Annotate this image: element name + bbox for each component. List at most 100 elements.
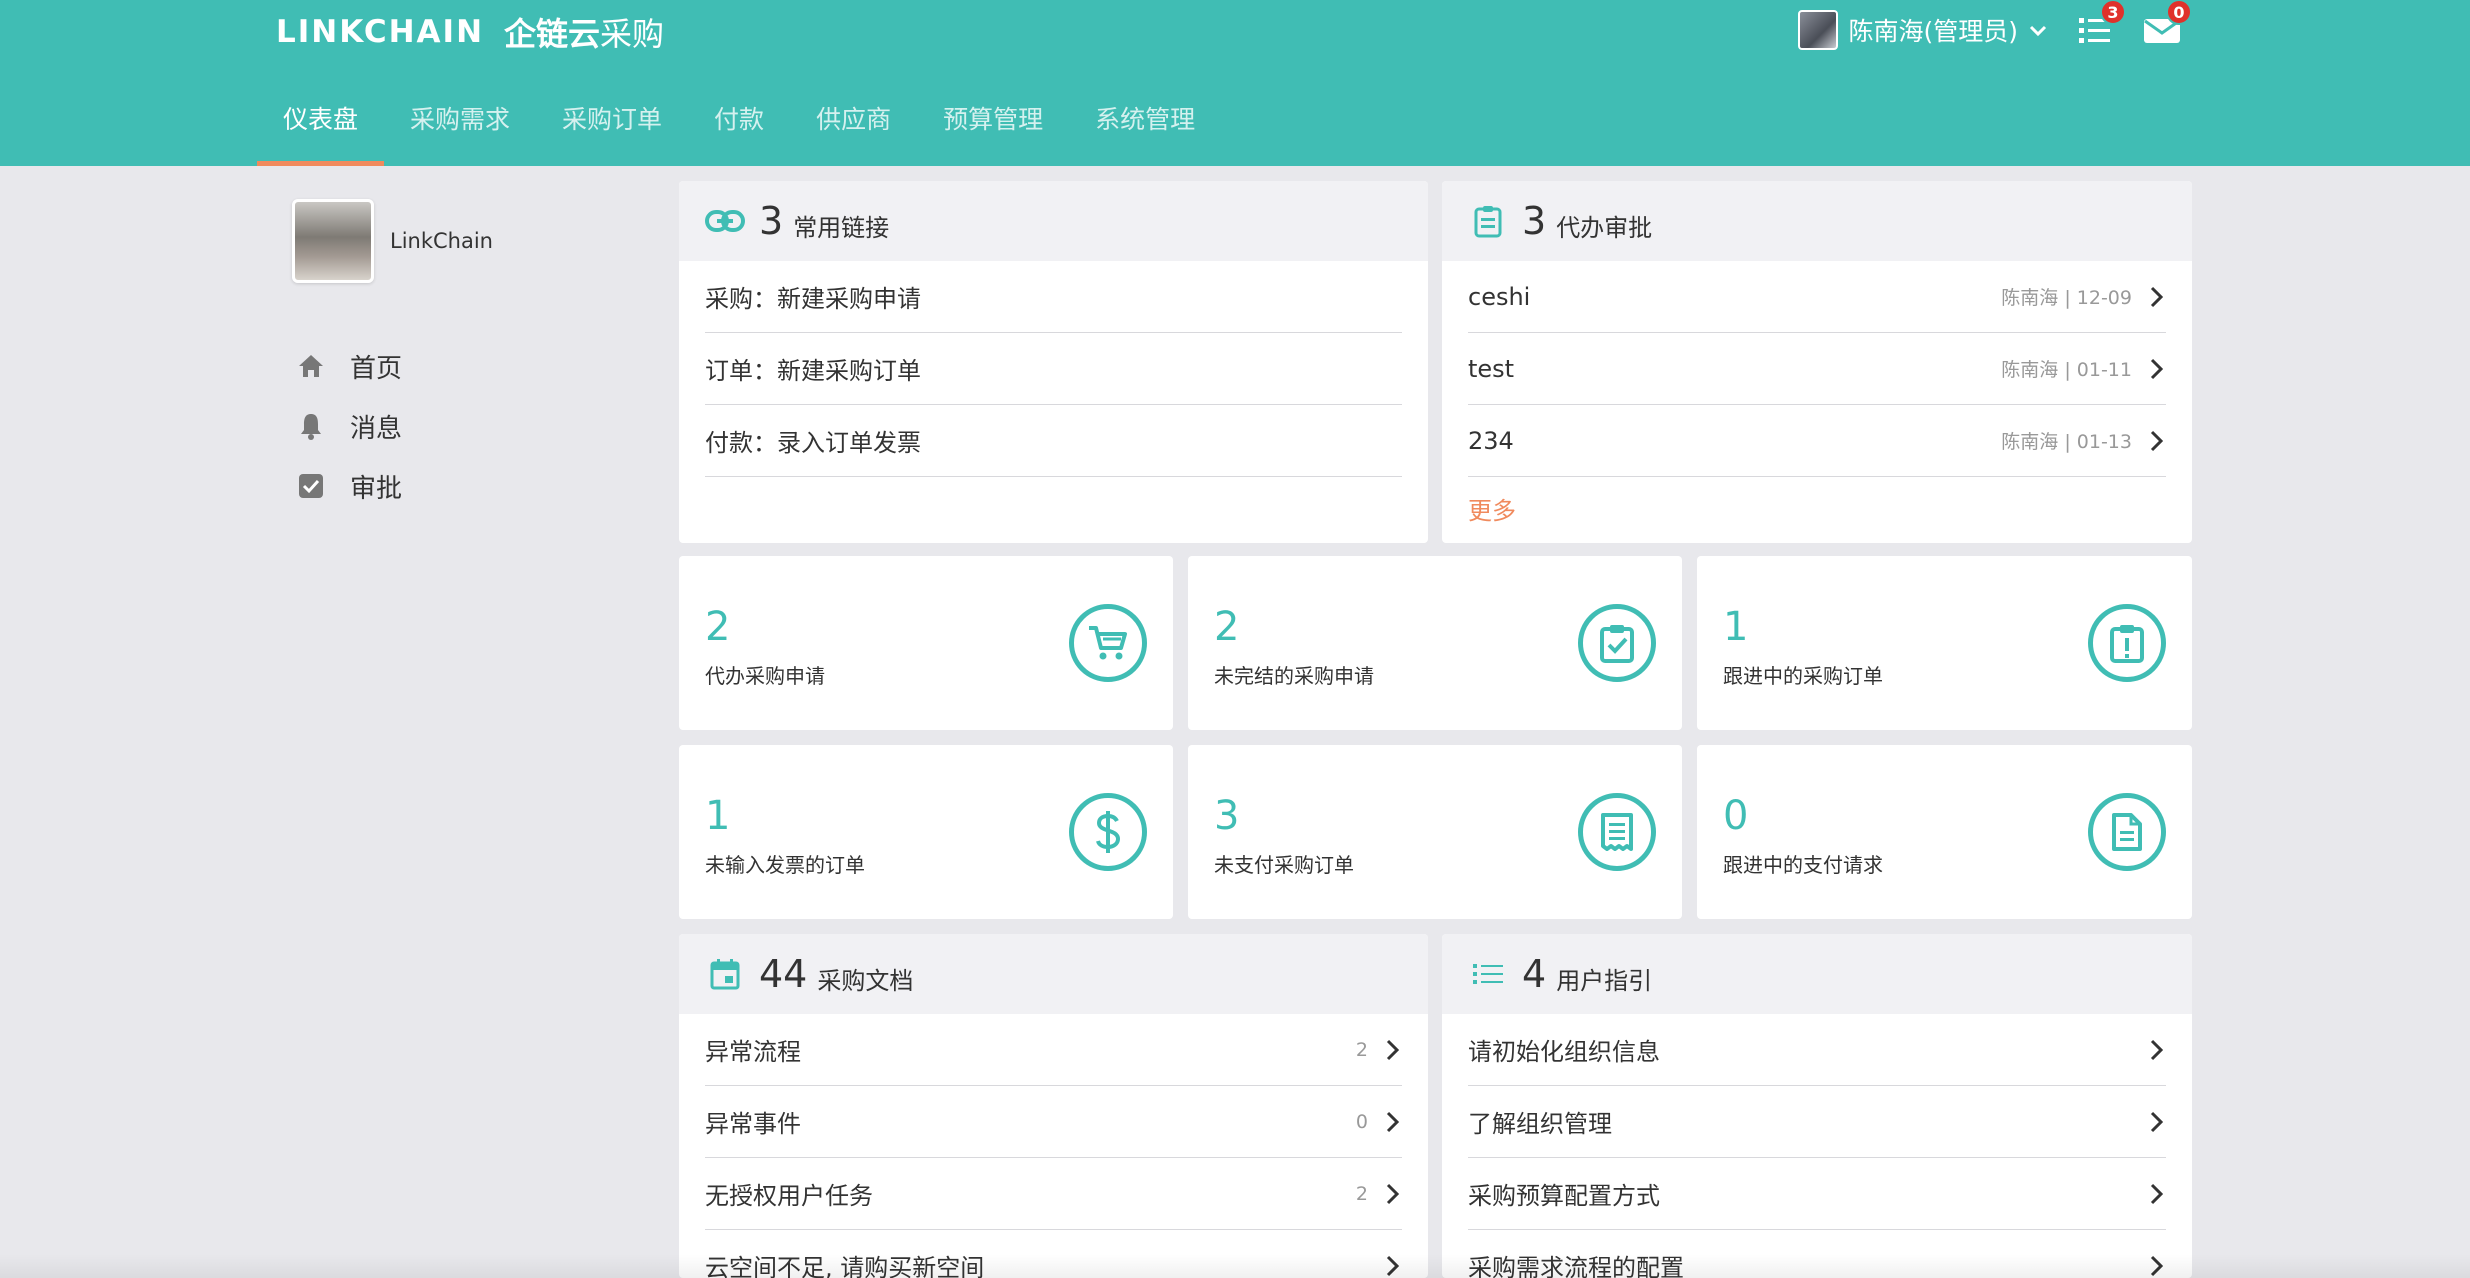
link-icon — [705, 201, 745, 241]
stat-card-followup-orders[interactable]: 1 跟进中的采购订单 — [1697, 556, 2192, 730]
sidebar-item-label: 消息 — [350, 413, 403, 444]
quick-link-label: 付款：录入订单发票 — [705, 429, 921, 457]
profile-photo — [292, 199, 374, 283]
pending-approval-panel: 3 代办审批 ceshi 陈南海 | 12-09 test 陈南海 | 01-1… — [1442, 181, 2192, 543]
doc-label: 无授权用户任务 — [705, 1182, 873, 1210]
approval-title: 234 — [1468, 426, 1514, 455]
sidebar-item-label: 首页 — [350, 353, 403, 384]
doc-label: 异常流程 — [705, 1038, 801, 1066]
panel-header: 44 采购文档 — [679, 934, 1428, 1014]
profile-card[interactable]: LinkChain — [292, 199, 493, 283]
stat-number: 3 — [1214, 793, 1240, 839]
mail-button[interactable]: 0 — [2142, 0, 2192, 49]
more-link[interactable]: 更多 — [1468, 491, 1516, 526]
stat-label: 未输入发票的订单 — [705, 853, 865, 877]
user-avatar[interactable] — [1798, 10, 1839, 50]
panel-title: 采购文档 — [817, 966, 914, 995]
guide-label: 了解组织管理 — [1468, 1110, 1612, 1138]
approval-meta: 陈南海 | 01-13 — [2001, 431, 2132, 453]
stat-number: 1 — [705, 793, 731, 839]
panel-header: 4 用户指引 — [1442, 934, 2192, 1014]
doc-count: 2 — [1355, 1038, 1368, 1061]
user-guide-panel: 4 用户指引 请初始化组织信息 了解组织管理 采购预算配置方式 采购需求流程的配… — [1442, 934, 2192, 1278]
panel-title: 代办审批 — [1556, 213, 1653, 242]
tab-payment[interactable]: 付款 — [688, 86, 790, 166]
stat-label: 跟进中的采购订单 — [1723, 664, 1883, 688]
stat-number: 2 — [705, 604, 731, 650]
bottom-shadow — [0, 1254, 2470, 1278]
task-list-button[interactable]: 3 — [2076, 0, 2126, 49]
panel-header: 3 常用链接 — [679, 181, 1428, 261]
home-icon — [296, 351, 326, 381]
user-area: 陈南海(管理员) 3 0 — [1798, 0, 2192, 52]
tab-dashboard[interactable]: 仪表盘 — [257, 86, 385, 166]
tab-system[interactable]: 系统管理 — [1069, 86, 1221, 166]
chevron-right-icon — [1386, 1183, 1400, 1204]
doc-item[interactable]: 无授权用户任务 2 — [705, 1158, 1402, 1230]
stat-label: 未支付采购订单 — [1214, 853, 1354, 877]
chevron-right-icon — [2150, 286, 2164, 307]
stat-number: 1 — [1723, 604, 1749, 650]
approval-item[interactable]: ceshi 陈南海 | 12-09 — [1468, 261, 2166, 333]
logo-text-en: LINKCHAIN — [276, 14, 485, 50]
panel-count: 3 — [1522, 199, 1547, 243]
guide-item[interactable]: 了解组织管理 — [1468, 1086, 2166, 1158]
tab-purchase-request[interactable]: 采购需求 — [384, 86, 536, 166]
panel-header: 3 代办审批 — [1442, 181, 2192, 261]
stat-card-no-invoice-orders[interactable]: 1 未输入发票的订单 — [679, 745, 1173, 919]
doc-count: 2 — [1355, 1182, 1368, 1205]
sidebar-item-messages[interactable]: 消息 — [296, 396, 402, 456]
panel-title: 常用链接 — [793, 213, 890, 242]
tab-budget[interactable]: 预算管理 — [917, 86, 1069, 166]
chevron-right-icon — [1386, 1039, 1400, 1060]
chevron-right-icon — [2150, 430, 2164, 451]
stat-card-open-requests[interactable]: 2 未完结的采购申请 — [1188, 556, 1682, 730]
tab-supplier[interactable]: 供应商 — [790, 86, 917, 166]
tab-purchase-order[interactable]: 采购订单 — [536, 86, 688, 166]
approval-meta: 陈南海 | 12-09 — [2001, 287, 2132, 309]
quick-link-item[interactable]: 订单：新建采购订单 — [705, 333, 1402, 405]
quick-link-item[interactable]: 付款：录入订单发票 — [705, 405, 1402, 477]
stat-card-unpaid-orders[interactable]: 3 未支付采购订单 — [1188, 745, 1682, 919]
chevron-right-icon — [2150, 1111, 2164, 1132]
panel-title: 用户指引 — [1556, 966, 1653, 995]
document-icon — [2088, 793, 2166, 871]
cart-icon — [1069, 604, 1147, 682]
doc-item[interactable]: 异常事件 0 — [705, 1086, 1402, 1158]
doc-count: 0 — [1355, 1110, 1368, 1133]
stat-card-pending-requests[interactable]: 2 代办采购申请 — [679, 556, 1173, 730]
quick-links-panel: 3 常用链接 采购：新建采购申请 订单：新建采购订单 付款：录入订单发票 — [679, 181, 1428, 543]
mail-badge: 0 — [2166, 0, 2192, 25]
chevron-right-icon — [2150, 1183, 2164, 1204]
quick-link-label: 订单：新建采购订单 — [705, 357, 921, 385]
clipboard-icon — [1468, 201, 1508, 241]
doc-label: 异常事件 — [705, 1110, 801, 1138]
stat-label: 未完结的采购申请 — [1214, 664, 1374, 688]
stat-number: 2 — [1214, 604, 1240, 650]
chevron-down-icon[interactable] — [2028, 20, 2048, 40]
main-nav: 仪表盘 采购需求 采购订单 付款 供应商 预算管理 系统管理 — [257, 86, 1221, 166]
chevron-right-icon — [2150, 358, 2164, 379]
stat-label: 代办采购申请 — [705, 664, 825, 688]
quick-link-item[interactable]: 采购：新建采购申请 — [705, 261, 1402, 333]
doc-item[interactable]: 异常流程 2 — [705, 1014, 1402, 1086]
chevron-right-icon — [2150, 1039, 2164, 1060]
guide-label: 采购预算配置方式 — [1468, 1182, 1660, 1210]
sidebar-item-label: 审批 — [350, 473, 403, 504]
sidebar-item-approval[interactable]: 审批 — [296, 456, 402, 516]
sidebar-item-home[interactable]: 首页 — [296, 336, 402, 396]
receipt-icon — [1578, 793, 1656, 871]
stat-card-followup-payments[interactable]: 0 跟进中的支付请求 — [1697, 745, 2192, 919]
bell-icon — [296, 411, 326, 441]
user-name[interactable]: 陈南海(管理员) — [1848, 12, 2018, 48]
guide-item[interactable]: 请初始化组织信息 — [1468, 1014, 2166, 1086]
app-logo[interactable]: LINKCHAIN 企链云采购 — [276, 8, 664, 56]
stat-number: 0 — [1723, 793, 1749, 839]
check-square-icon — [296, 471, 326, 501]
clipboard-check-icon — [1578, 604, 1656, 682]
guide-item[interactable]: 采购预算配置方式 — [1468, 1158, 2166, 1230]
approval-item[interactable]: test 陈南海 | 01-11 — [1468, 333, 2166, 405]
approval-title: test — [1468, 354, 1515, 383]
task-badge: 3 — [2100, 0, 2126, 25]
approval-item[interactable]: 234 陈南海 | 01-13 — [1468, 405, 2166, 477]
